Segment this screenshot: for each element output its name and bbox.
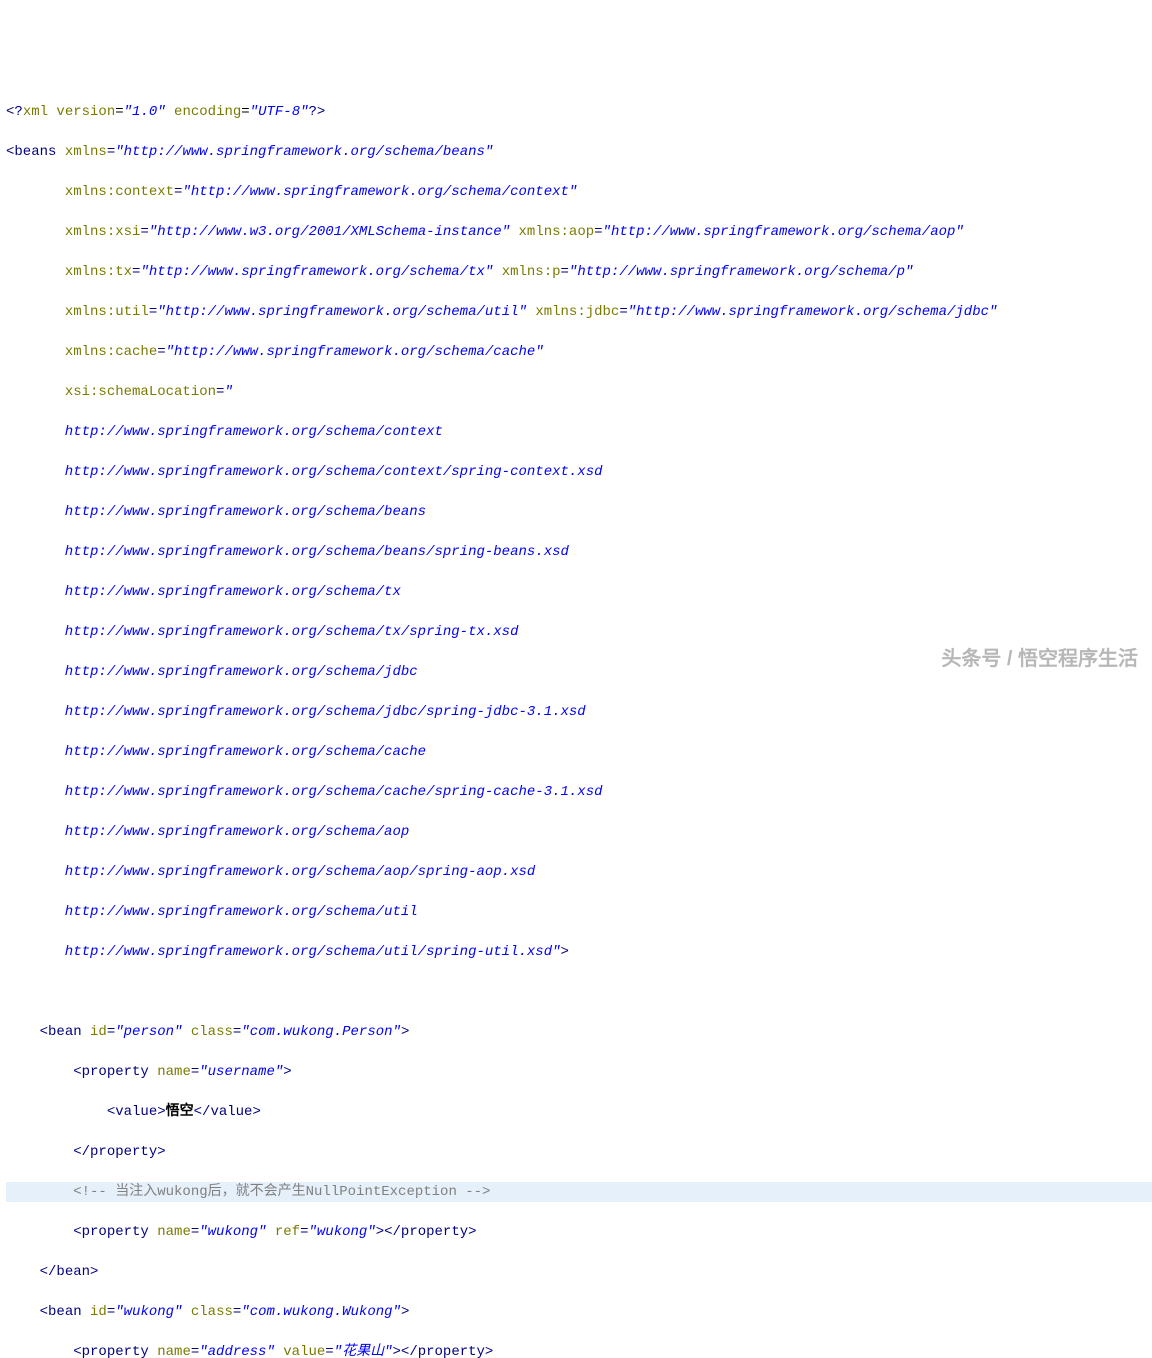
schema-loc-line: http://www.springframework.org/schema/be… [6,542,1152,562]
beans-open: <beans xmlns="http://www.springframework… [6,142,1152,162]
attr-line: xmlns:context="http://www.springframewor… [6,182,1152,202]
schema-loc-line: http://www.springframework.org/schema/tx [6,582,1152,602]
schema-loc-line: http://www.springframework.org/schema/be… [6,502,1152,522]
code-viewer: <?xml version="1.0" encoding="UTF-8"?> <… [0,80,1152,1358]
attr-line: xsi:schemaLocation=" [6,382,1152,402]
attr-line: xmlns:cache="http://www.springframework.… [6,342,1152,362]
schema-loc-line: http://www.springframework.org/schema/ca… [6,782,1152,802]
blank-line [6,982,1152,1002]
property-wukong-ref: <property name="wukong" ref="wukong"></p… [6,1222,1152,1242]
bean-close: </bean> [6,1262,1152,1282]
value-line: <value>悟空</value> [6,1102,1152,1122]
schema-loc-line-end: http://www.springframework.org/schema/ut… [6,942,1152,962]
attr-line: xmlns:util="http://www.springframework.o… [6,302,1152,322]
schema-loc-line: http://www.springframework.org/schema/ca… [6,742,1152,762]
attr-line: xmlns:tx="http://www.springframework.org… [6,262,1152,282]
property-address: <property name="address" value="花果山"></p… [6,1342,1152,1358]
property-username-open: <property name="username"> [6,1062,1152,1082]
schema-loc-line: http://www.springframework.org/schema/co… [6,462,1152,482]
schema-loc-line: http://www.springframework.org/schema/jd… [6,702,1152,722]
schema-loc-line: http://www.springframework.org/schema/ut… [6,902,1152,922]
bean-person-open: <bean id="person" class="com.wukong.Pers… [6,1022,1152,1042]
schema-loc-line: http://www.springframework.org/schema/co… [6,422,1152,442]
schema-loc-line: http://www.springframework.org/schema/ao… [6,862,1152,882]
attr-line: xmlns:xsi="http://www.w3.org/2001/XMLSch… [6,222,1152,242]
schema-loc-line: http://www.springframework.org/schema/jd… [6,662,1152,682]
schema-loc-line: http://www.springframework.org/schema/tx… [6,622,1152,642]
xml-declaration: <?xml version="1.0" encoding="UTF-8"?> [6,102,1152,122]
bean-wukong-open: <bean id="wukong" class="com.wukong.Wuko… [6,1302,1152,1322]
property-close: </property> [6,1142,1152,1162]
schema-loc-line: http://www.springframework.org/schema/ao… [6,822,1152,842]
comment-line: <!-- 当注入wukong后，就不会产生NullPointException … [6,1182,1152,1202]
